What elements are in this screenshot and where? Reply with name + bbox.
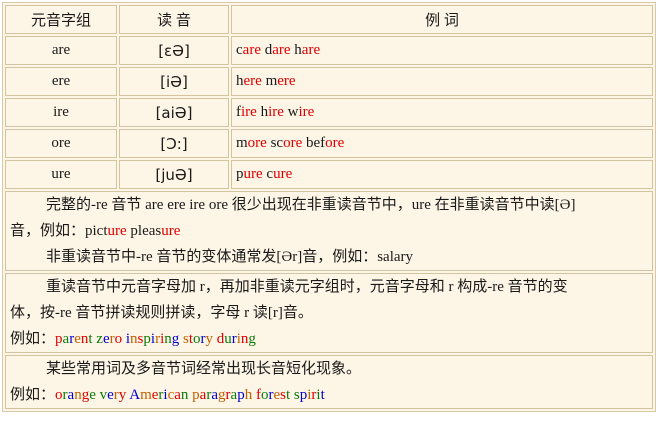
ipa-cell: [iƏ]: [119, 67, 229, 96]
example-word: spirit: [293, 387, 325, 403]
vowel-cell: ere: [5, 67, 117, 96]
note-line: 重读音节中元音字母加 r，再加非重读元字组时，元音字母和 r 构成-re 音节的…: [46, 279, 568, 295]
example-word: very: [99, 387, 127, 403]
ipa-cell: [aiƏ]: [119, 98, 229, 127]
table-row: are [εƏ] care dare hare: [5, 36, 653, 65]
header-pronunciation: 读 音: [119, 5, 229, 34]
ipa-cell: [juƏ]: [119, 160, 229, 189]
note-line: 非重读音节中-re 音节的变体通常发[Ər]音，例如：salary: [46, 249, 414, 265]
note-variant: 重读音节中元音字母加 r，再加非重读元字组时，元音字母和 r 构成-re 音节的…: [5, 273, 653, 353]
note-line: 音，例如：picture pleasure: [10, 223, 181, 239]
example-cell: pure cure: [231, 160, 653, 189]
note-line: 体，按-re 音节拼读规则拼读，字母 r 读[r]音。: [10, 305, 313, 321]
example-word: orange: [55, 387, 96, 403]
example-word: during: [216, 331, 256, 347]
ipa-cell: [Ɔ:]: [119, 129, 229, 158]
example-word: parent: [55, 331, 93, 347]
note-unstressed: 完整的-re 音节 are ere ire ore 很少出现在非重读音节中，ur…: [5, 191, 653, 271]
example-word: story: [182, 331, 213, 347]
header-example-words: 例 词: [231, 5, 653, 34]
table-row: ure [juƏ] pure cure: [5, 160, 653, 189]
example-cell: more score before: [231, 129, 653, 158]
vowel-cell: ire: [5, 98, 117, 127]
table-row: ere [iƏ] here mere: [5, 67, 653, 96]
note-line: 某些常用词及多音节词经常出现长音短化现象。: [46, 361, 362, 377]
vowel-cell: ore: [5, 129, 117, 158]
table-row: ore [Ɔ:] more score before: [5, 129, 653, 158]
note-shortening: 某些常用词及多音节词经常出现长音短化现象。 例如：orange very Ame…: [5, 355, 653, 409]
table-row: ire [aiƏ] fire hire wire: [5, 98, 653, 127]
example-cell: care dare hare: [231, 36, 653, 65]
example-word: paragraph: [192, 387, 253, 403]
example-line: 例如：parent zero inspiring story during: [10, 331, 256, 347]
vowel-r-table: 元音字组 读 音 例 词 are [εƏ] care dare hare ere…: [2, 2, 656, 412]
example-line: 例如：orange very American paragraph forest…: [10, 387, 325, 403]
header-vowel-group: 元音字组: [5, 5, 117, 34]
example-word: zero: [96, 331, 123, 347]
example-word: forest: [255, 387, 291, 403]
note-line: 完整的-re 音节 are ere ire ore 很少出现在非重读音节中，ur…: [46, 197, 576, 213]
vowel-cell: ure: [5, 160, 117, 189]
example-cell: fire hire wire: [231, 98, 653, 127]
ipa-cell: [εƏ]: [119, 36, 229, 65]
example-word: American: [129, 387, 189, 403]
example-word: inspiring: [125, 331, 180, 347]
example-cell: here mere: [231, 67, 653, 96]
vowel-cell: are: [5, 36, 117, 65]
